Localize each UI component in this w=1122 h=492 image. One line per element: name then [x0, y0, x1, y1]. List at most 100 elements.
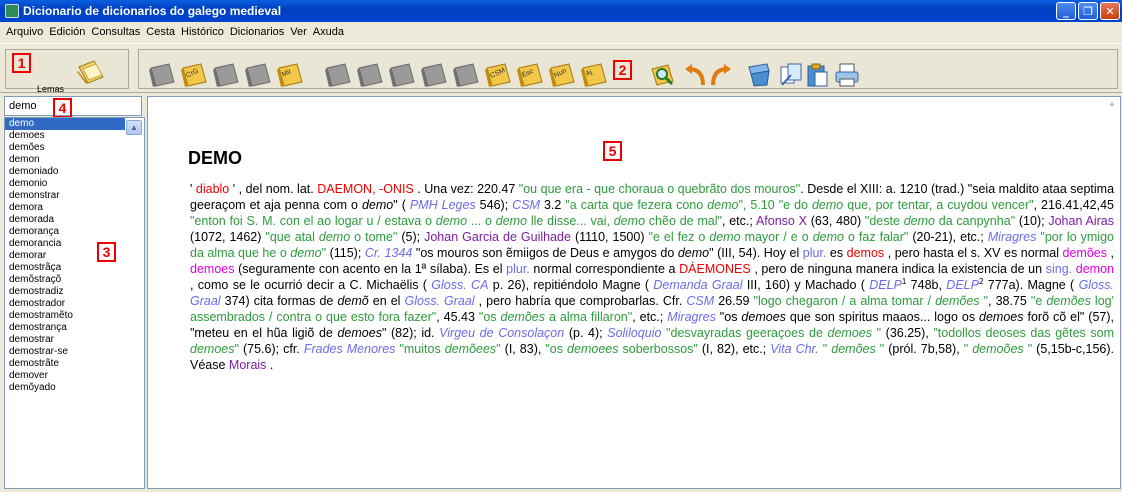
book-esc-button[interactable]: Esc	[515, 62, 545, 88]
grey-book-icon[interactable]	[419, 62, 449, 88]
author-link[interactable]: Morais	[229, 358, 267, 372]
source-link[interactable]: DELP	[946, 278, 979, 292]
form: demo	[361, 198, 394, 212]
grey-book-icon[interactable]	[323, 62, 353, 88]
lemas-books-icon[interactable]	[76, 59, 106, 85]
grey-book-icon[interactable]	[387, 62, 417, 88]
list-item[interactable]: demon	[5, 154, 144, 166]
source-link[interactable]: Miragres	[988, 230, 1037, 244]
source-link[interactable]: Cr. 1344	[365, 246, 413, 260]
menu-dicionarios[interactable]: Dicionarios	[227, 26, 287, 38]
list-item[interactable]: demonstrar	[5, 190, 144, 202]
list-item[interactable]: demõyado	[5, 382, 144, 394]
menu-arquivo[interactable]: Arquivo	[0, 26, 46, 38]
quotation: demões	[500, 310, 545, 324]
book-aj-button[interactable]: Aj	[579, 62, 609, 88]
grey-book-icon[interactable]	[355, 62, 385, 88]
list-item[interactable]: demo	[5, 118, 125, 130]
text-plain: 748b,	[906, 278, 947, 292]
source-link[interactable]: CSM	[512, 198, 540, 212]
undo-arrow-icon[interactable]	[681, 61, 709, 89]
copy-icon[interactable]	[777, 61, 805, 89]
quotation: demo	[495, 214, 528, 228]
quotation: "	[875, 342, 885, 356]
list-item[interactable]: demora	[5, 202, 144, 214]
menu-axuda[interactable]: Axuda	[310, 26, 347, 38]
source-link[interactable]: Virgeu de Consolaçon	[439, 326, 564, 340]
list-item[interactable]: demorancia	[5, 238, 144, 250]
list-item[interactable]: demostrar	[5, 334, 144, 346]
grey-book-icon[interactable]	[243, 62, 273, 88]
scroll-up-icon[interactable]: ▲	[1106, 99, 1118, 111]
source-link[interactable]: Gloss. Graal	[405, 294, 475, 308]
list-item[interactable]: demoes	[5, 130, 144, 142]
lemma-search-input[interactable]: demo	[4, 96, 142, 116]
list-item[interactable]: demões	[5, 142, 144, 154]
list-item[interactable]: demorança	[5, 226, 144, 238]
lemma-list[interactable]: ▲ demo demoes demões demon demoniado dem…	[4, 117, 145, 489]
basket-icon[interactable]	[745, 61, 773, 89]
quotation: demoes	[827, 326, 872, 340]
book-mir-button[interactable]: Mir	[275, 62, 305, 88]
source-link[interactable]: Gloss. CA	[431, 278, 488, 292]
quotation: demõees	[444, 342, 497, 356]
quotation: mayor / e o	[740, 230, 813, 244]
list-item[interactable]: demõstraçõ	[5, 274, 144, 286]
close-button[interactable]: ✕	[1100, 2, 1120, 20]
book-csm-button[interactable]: CSM	[483, 62, 513, 88]
search-book-icon[interactable]	[649, 61, 677, 89]
menu-historico[interactable]: Histórico	[178, 26, 227, 38]
source-link[interactable]: Vita Chr.	[770, 342, 819, 356]
source-link[interactable]: PMH Leges	[410, 198, 476, 212]
scroll-up-icon[interactable]: ▲	[126, 120, 142, 135]
quotation: "desvayradas geeraçoes de	[666, 326, 828, 340]
list-item[interactable]: demostramẽto	[5, 310, 144, 322]
quotation: demões	[935, 294, 980, 308]
book-nun-button[interactable]: Nun	[547, 62, 577, 88]
quotation: chẽo de mal"	[645, 214, 722, 228]
author-link[interactable]: Johan Garcia de Guilhade	[424, 230, 571, 244]
text-plain: es	[826, 246, 847, 260]
paste-icon[interactable]	[803, 61, 831, 89]
list-item[interactable]: demoniado	[5, 166, 144, 178]
source-link[interactable]: Frades Menores	[304, 342, 396, 356]
menu-edicion[interactable]: Edición	[46, 26, 88, 38]
text-plain: (36.25),	[881, 326, 934, 340]
text-plain: p. 26), repitiéndolo Magne (	[488, 278, 654, 292]
maximize-button[interactable]: ❐	[1078, 2, 1098, 20]
minimize-button[interactable]: _	[1056, 2, 1076, 20]
list-item[interactable]: demostradiz	[5, 286, 144, 298]
list-item[interactable]: demostrança	[5, 322, 144, 334]
list-item[interactable]: demorada	[5, 214, 144, 226]
list-item[interactable]: demonio	[5, 178, 144, 190]
list-item[interactable]: demover	[5, 370, 144, 382]
form: demoes	[337, 326, 382, 340]
list-item[interactable]: demostrador	[5, 298, 144, 310]
source-link[interactable]: Demanda Graal	[653, 278, 742, 292]
text-plain: III, 160) y Machado (	[742, 278, 870, 292]
grey-book-icon[interactable]	[147, 62, 177, 88]
list-item[interactable]: demostrãça	[5, 262, 144, 274]
menu-ver[interactable]: Ver	[287, 26, 310, 38]
source-link[interactable]: Miragres	[667, 310, 716, 324]
list-item[interactable]: demostrãte	[5, 358, 144, 370]
list-item[interactable]: demostrar-se	[5, 346, 144, 358]
menu-cesta[interactable]: Cesta	[143, 26, 178, 38]
book-crg-button[interactable]: CrG	[179, 62, 209, 88]
print-icon[interactable]	[833, 61, 861, 89]
source-link[interactable]: Soliloquio	[607, 326, 661, 340]
marker-5: 5	[603, 141, 622, 161]
list-item[interactable]: demorar	[5, 250, 144, 262]
grey-book-icon[interactable]	[451, 62, 481, 88]
text-plain: que son spiritus maaos... logo os	[785, 310, 980, 324]
quotation: que, por tentar, a cuydou vencer"	[843, 198, 1034, 212]
source-link[interactable]: DELP	[869, 278, 902, 292]
menu-consultas[interactable]: Consultas	[88, 26, 143, 38]
grey-book-icon[interactable]	[211, 62, 241, 88]
author-link[interactable]: Johan Airas	[1048, 214, 1114, 228]
redo-arrow-icon[interactable]	[707, 61, 735, 89]
text-plain: , pero habría que comprobarlas. Cfr.	[474, 294, 687, 308]
source-link[interactable]: CSM	[686, 294, 714, 308]
text-plain: (75.6); cfr.	[238, 342, 304, 356]
author-link[interactable]: Afonso X	[756, 214, 807, 228]
